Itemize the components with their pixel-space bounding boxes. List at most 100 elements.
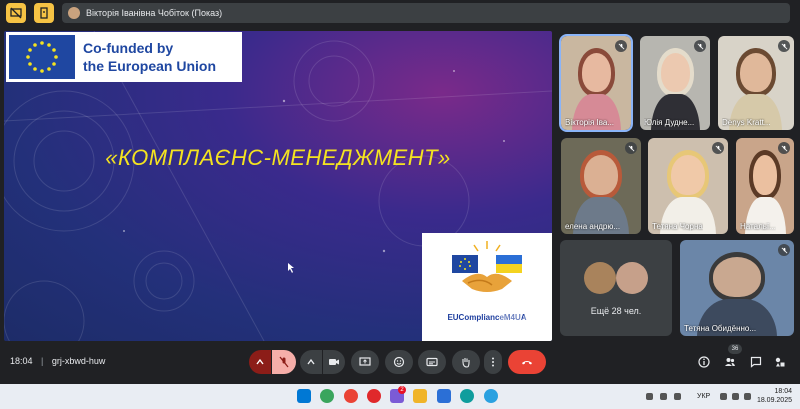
eu-flag-icon — [9, 35, 75, 79]
mic-toggle-button[interactable] — [272, 350, 296, 374]
store-icon[interactable] — [437, 389, 451, 403]
eu-funding-banner: Co-funded by the European Union — [6, 32, 242, 82]
mic-off-icon — [781, 43, 787, 49]
start-icon[interactable] — [297, 389, 311, 403]
eu-funding-text: Co-funded by the European Union — [83, 39, 216, 75]
emoji-icon — [393, 356, 405, 368]
stop-share-button[interactable] — [6, 3, 26, 23]
participant-face — [753, 155, 777, 195]
mic-muted-indicator — [712, 142, 724, 154]
participant-tile[interactable]: Натальї... — [736, 138, 794, 234]
participant-name: Юлія Дудне... — [644, 118, 695, 127]
taskbar-date[interactable]: 18.09.2025 — [756, 397, 792, 404]
tray-icon[interactable] — [660, 393, 667, 400]
participant-name: Тетяна Обидённо... — [684, 324, 757, 333]
mic-off-icon — [628, 145, 634, 151]
captions-icon — [426, 357, 438, 367]
leave-call-button[interactable] — [508, 350, 546, 374]
present-screen-button[interactable] — [351, 350, 379, 374]
handshake-logo-icon — [452, 241, 522, 292]
presenter-avatar — [68, 7, 80, 19]
meeting-time: 18:04 — [10, 356, 33, 366]
pin-presentation-button[interactable] — [34, 3, 54, 23]
hang-up-icon — [522, 361, 532, 365]
battery-icon[interactable] — [744, 393, 751, 400]
participant-face — [671, 155, 705, 195]
taskbar-time[interactable]: 18:04 — [762, 388, 792, 395]
participant-tile[interactable]: Тетяна Чорна — [648, 138, 728, 234]
hand-icon — [462, 358, 470, 368]
eu-line-1: Co-funded by — [83, 40, 174, 56]
eu-line-2: the European Union — [83, 58, 216, 74]
reactions-button[interactable] — [385, 350, 413, 374]
mic-off-icon — [781, 145, 787, 151]
mic-muted-indicator — [694, 40, 706, 52]
mic-off-icon — [781, 247, 787, 253]
mic-muted-indicator — [778, 244, 790, 256]
participant-count-badge: 36 — [728, 344, 742, 354]
participant-name: елена андрю... — [565, 222, 621, 231]
camera-toggle-button[interactable] — [323, 350, 345, 374]
participant-tile[interactable]: Тетяна Обидённо... — [680, 240, 794, 336]
file-explorer-icon[interactable] — [413, 389, 427, 403]
more-participants-tile[interactable]: Ещё 28 чел. — [560, 240, 672, 336]
tray-icon[interactable] — [646, 393, 653, 400]
app-icon[interactable] — [320, 389, 334, 403]
present-icon — [359, 357, 371, 366]
presentation-icon — [40, 7, 48, 19]
camera-options-button[interactable] — [300, 350, 322, 374]
raise-hand-button[interactable] — [452, 350, 480, 374]
mic-muted-indicator — [625, 142, 637, 154]
mic-off-icon — [279, 356, 289, 368]
mic-off-icon — [618, 43, 624, 49]
participant-avatar — [616, 262, 648, 294]
shared-screen: Co-funded by the European Union «КОМПЛАЄ… — [4, 31, 552, 341]
tray-icon[interactable] — [674, 393, 681, 400]
captions-button[interactable] — [418, 350, 446, 374]
more-vertical-icon — [492, 357, 494, 367]
opera-icon[interactable] — [367, 389, 381, 403]
participant-face — [740, 53, 772, 92]
participant-name: Denys Kratt... — [722, 118, 771, 127]
participant-face — [584, 155, 618, 195]
slide-next-button[interactable] — [524, 306, 546, 328]
chat-icon — [750, 356, 762, 368]
participant-tile[interactable]: Вікторія Іва... — [559, 34, 633, 132]
volume-icon[interactable] — [732, 393, 739, 400]
mic-off-icon — [697, 43, 703, 49]
more-options-button[interactable] — [484, 350, 502, 374]
chevron-up-icon — [307, 358, 315, 365]
telegram-icon[interactable] — [484, 389, 498, 403]
windows-taskbar: 2 УКР 18:04 18.09.2025 — [0, 384, 800, 409]
more-participants-label: Ещё 28 чел. — [590, 306, 642, 316]
screen-share-off-icon — [10, 7, 22, 19]
participant-tile[interactable]: елена андрю... — [561, 138, 641, 234]
wifi-icon[interactable] — [720, 393, 727, 400]
meet-window: Вікторія Іванівна Чобіток (Показ) Co-fun… — [0, 0, 800, 409]
camera-icon — [329, 359, 339, 365]
chat-button[interactable] — [748, 354, 764, 370]
edge-icon[interactable] — [460, 389, 474, 403]
participant-tile[interactable]: Denys Kratt... — [718, 36, 794, 130]
meeting-code: grj-xbwd-huw — [51, 356, 106, 366]
chevron-up-icon — [256, 358, 264, 365]
participant-avatar — [584, 262, 616, 294]
shapes-icon — [775, 357, 785, 367]
activities-button[interactable] — [772, 354, 788, 370]
mic-muted-indicator — [615, 40, 627, 52]
participant-face — [582, 53, 611, 92]
people-icon — [725, 358, 735, 366]
chrome-icon[interactable] — [344, 389, 358, 403]
presenter-banner[interactable]: Вікторія Іванівна Чобіток (Показ) — [62, 3, 790, 23]
meeting-details-button[interactable] — [696, 354, 712, 370]
mic-muted-indicator — [778, 142, 790, 154]
slide-prev-button[interactable] — [500, 306, 522, 328]
people-button[interactable] — [722, 354, 738, 370]
meeting-controls-bar: 18:04 | grj-xbwd-huw 36 — [0, 344, 800, 380]
notification-badge: 2 — [398, 386, 406, 394]
participant-tile[interactable]: Юлія Дудне... — [640, 36, 710, 130]
language-indicator[interactable]: УКР — [697, 393, 710, 400]
mouse-cursor-icon — [288, 263, 294, 273]
slide-title: «КОМПЛАЄНС-МЕНЕДЖМЕНТ» — [105, 145, 451, 170]
mic-options-button[interactable] — [249, 350, 271, 374]
